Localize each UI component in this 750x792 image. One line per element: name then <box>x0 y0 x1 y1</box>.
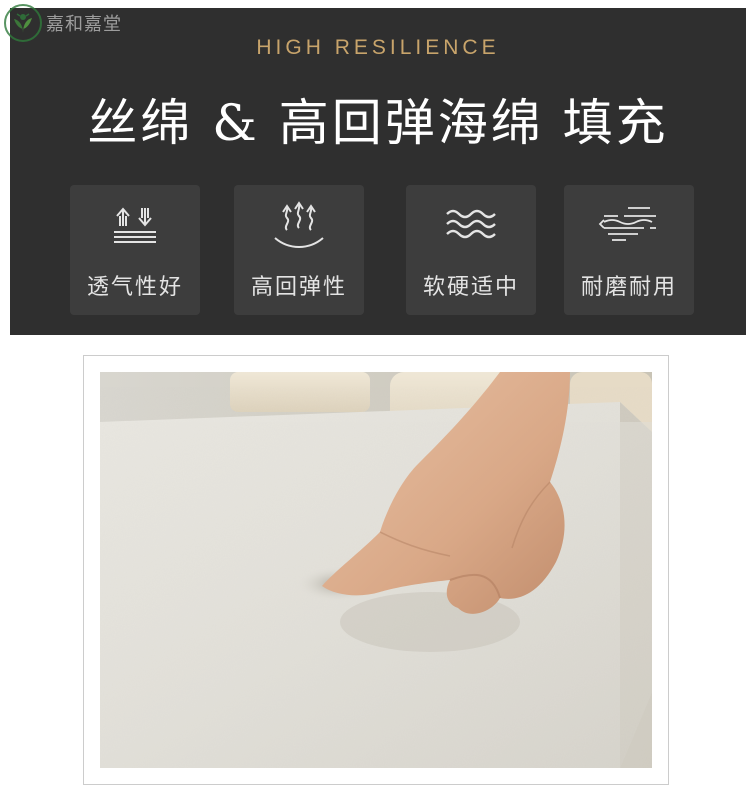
waves-icon <box>406 200 536 252</box>
feature-firmness: 软硬适中 <box>406 185 536 315</box>
feature-rebound: 高回弹性 <box>234 185 364 315</box>
banner-headline: 丝绵 & 高回弹海绵 填充 <box>87 94 669 152</box>
feature-label: 透气性好 <box>86 275 183 300</box>
feature-label: 耐磨耐用 <box>580 275 677 300</box>
feature-list: 透气性好 高回弹性 软硬适中 耐磨耐用 <box>10 185 746 315</box>
brand-logo: 嘉和嘉堂 <box>4 4 122 42</box>
hand-pressing-foam-image <box>100 372 652 768</box>
rebound-arrows-icon <box>234 200 364 252</box>
product-photo-frame <box>83 355 669 785</box>
breathable-arrows-icon <box>70 200 200 252</box>
feature-label: 软硬适中 <box>422 275 519 300</box>
feature-breathable: 透气性好 <box>70 185 200 315</box>
wind-lines-icon <box>564 200 694 252</box>
feature-durable: 耐磨耐用 <box>564 185 694 315</box>
resilience-banner: HIGH RESILIENCE 丝绵 & 高回弹海绵 填充 透气性好 高回弹性 … <box>10 8 746 335</box>
brand-name: 嘉和嘉堂 <box>46 14 122 35</box>
feature-label: 高回弹性 <box>250 275 347 300</box>
leaf-circle-icon <box>4 4 42 42</box>
